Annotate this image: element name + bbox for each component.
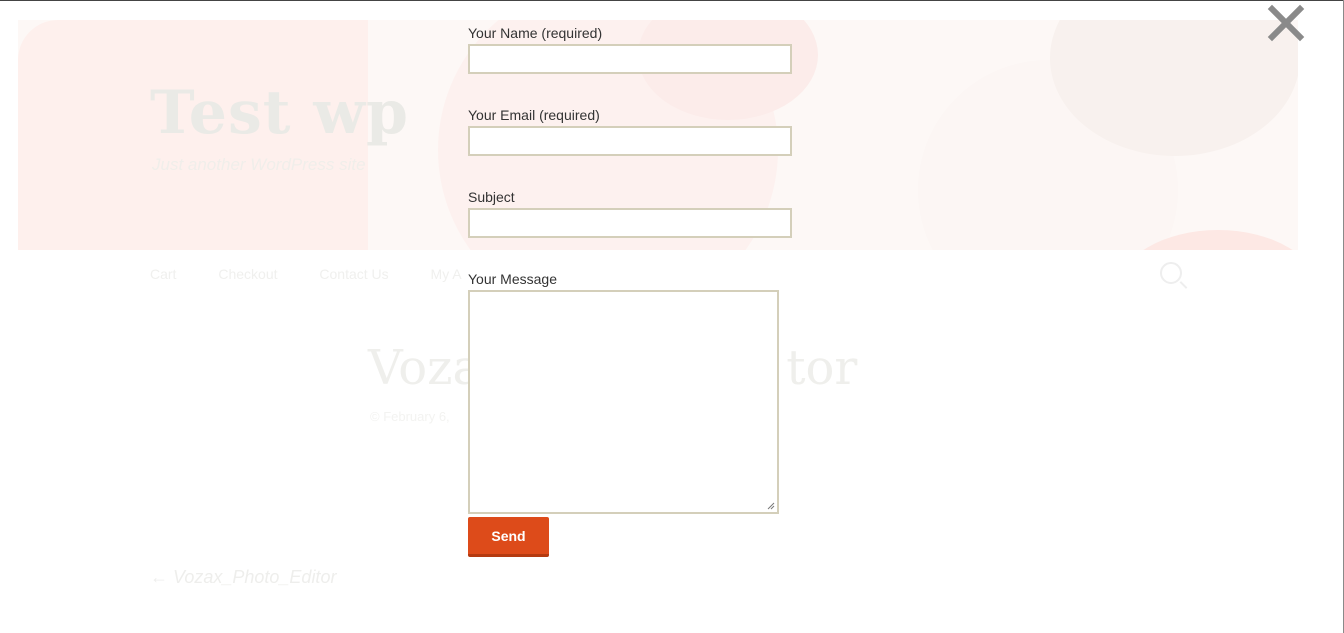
close-icon xyxy=(1267,4,1305,42)
post-meta: © February 6, xyxy=(370,409,450,424)
close-button[interactable] xyxy=(1266,3,1306,43)
contact-form: Your Name (required) Your Email (require… xyxy=(468,24,798,557)
site-title: Test wp xyxy=(150,78,409,148)
nav-item-my-account: My A xyxy=(430,266,462,282)
nav-item-contact: Contact Us xyxy=(319,266,389,282)
message-field[interactable] xyxy=(468,290,779,514)
subject-field[interactable] xyxy=(468,208,792,238)
top-border xyxy=(0,0,1344,1)
site-tagline: Just another WordPress site xyxy=(152,155,366,174)
post-nav-link: ← Vozax_Photo_Editor xyxy=(150,567,337,587)
email-field[interactable] xyxy=(468,126,792,156)
name-field[interactable] xyxy=(468,44,792,74)
nav-item-checkout: Checkout xyxy=(218,266,278,282)
resize-grip-icon[interactable] xyxy=(767,502,775,510)
subject-label: Subject xyxy=(468,189,515,205)
email-label: Your Email (required) xyxy=(468,107,600,123)
message-label: Your Message xyxy=(468,271,557,287)
search-icon xyxy=(1160,262,1182,284)
name-label: Your Name (required) xyxy=(468,25,603,41)
main-nav: Cart Checkout Contact Us My A xyxy=(150,266,500,282)
send-button[interactable]: Send xyxy=(468,517,549,557)
nav-item-cart: Cart xyxy=(150,266,177,282)
